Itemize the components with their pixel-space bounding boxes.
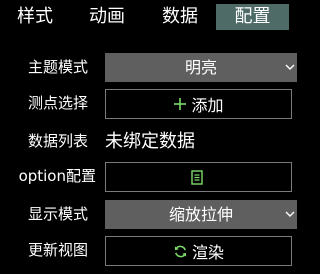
document-icon [190, 169, 203, 185]
add-point-button[interactable]: 添加 [105, 89, 292, 119]
point-select-label: 测点选择 [27, 94, 88, 112]
display-mode-select[interactable]: 缩放拉伸 [105, 200, 297, 229]
tab-config[interactable]: 配置 [216, 4, 289, 30]
data-list-label: 数据列表 [27, 132, 88, 150]
tab-style[interactable]: 样式 [6, 4, 64, 30]
tab-animation[interactable]: 动画 [80, 4, 134, 30]
display-mode-label: 显示模式 [27, 205, 88, 223]
add-point-button-label: 添加 [191, 96, 224, 115]
config-panel: 样式 动画 数据 配置 主题模式 明亮 测点选择 添加 数据列表 未绑定数据 o… [0, 0, 297, 274]
chevron-down-icon [285, 211, 295, 217]
render-button[interactable]: 渲染 [105, 236, 292, 266]
tab-bar: 样式 动画 数据 配置 [0, 0, 297, 34]
chevron-down-icon [285, 64, 295, 70]
refresh-view-label: 更新视图 [27, 241, 88, 259]
display-mode-value: 缩放拉伸 [168, 205, 233, 224]
data-list-value: 未绑定数据 [105, 131, 195, 152]
refresh-icon [173, 244, 188, 259]
option-config-button[interactable] [105, 162, 292, 192]
plus-icon [173, 97, 187, 111]
theme-mode-select[interactable]: 明亮 [105, 53, 297, 82]
theme-mode-label: 主题模式 [27, 58, 88, 76]
option-config-label: option配置 [18, 167, 96, 185]
render-button-label: 渲染 [191, 243, 224, 262]
tab-data[interactable]: 数据 [152, 4, 208, 30]
theme-mode-value: 明亮 [184, 58, 217, 77]
